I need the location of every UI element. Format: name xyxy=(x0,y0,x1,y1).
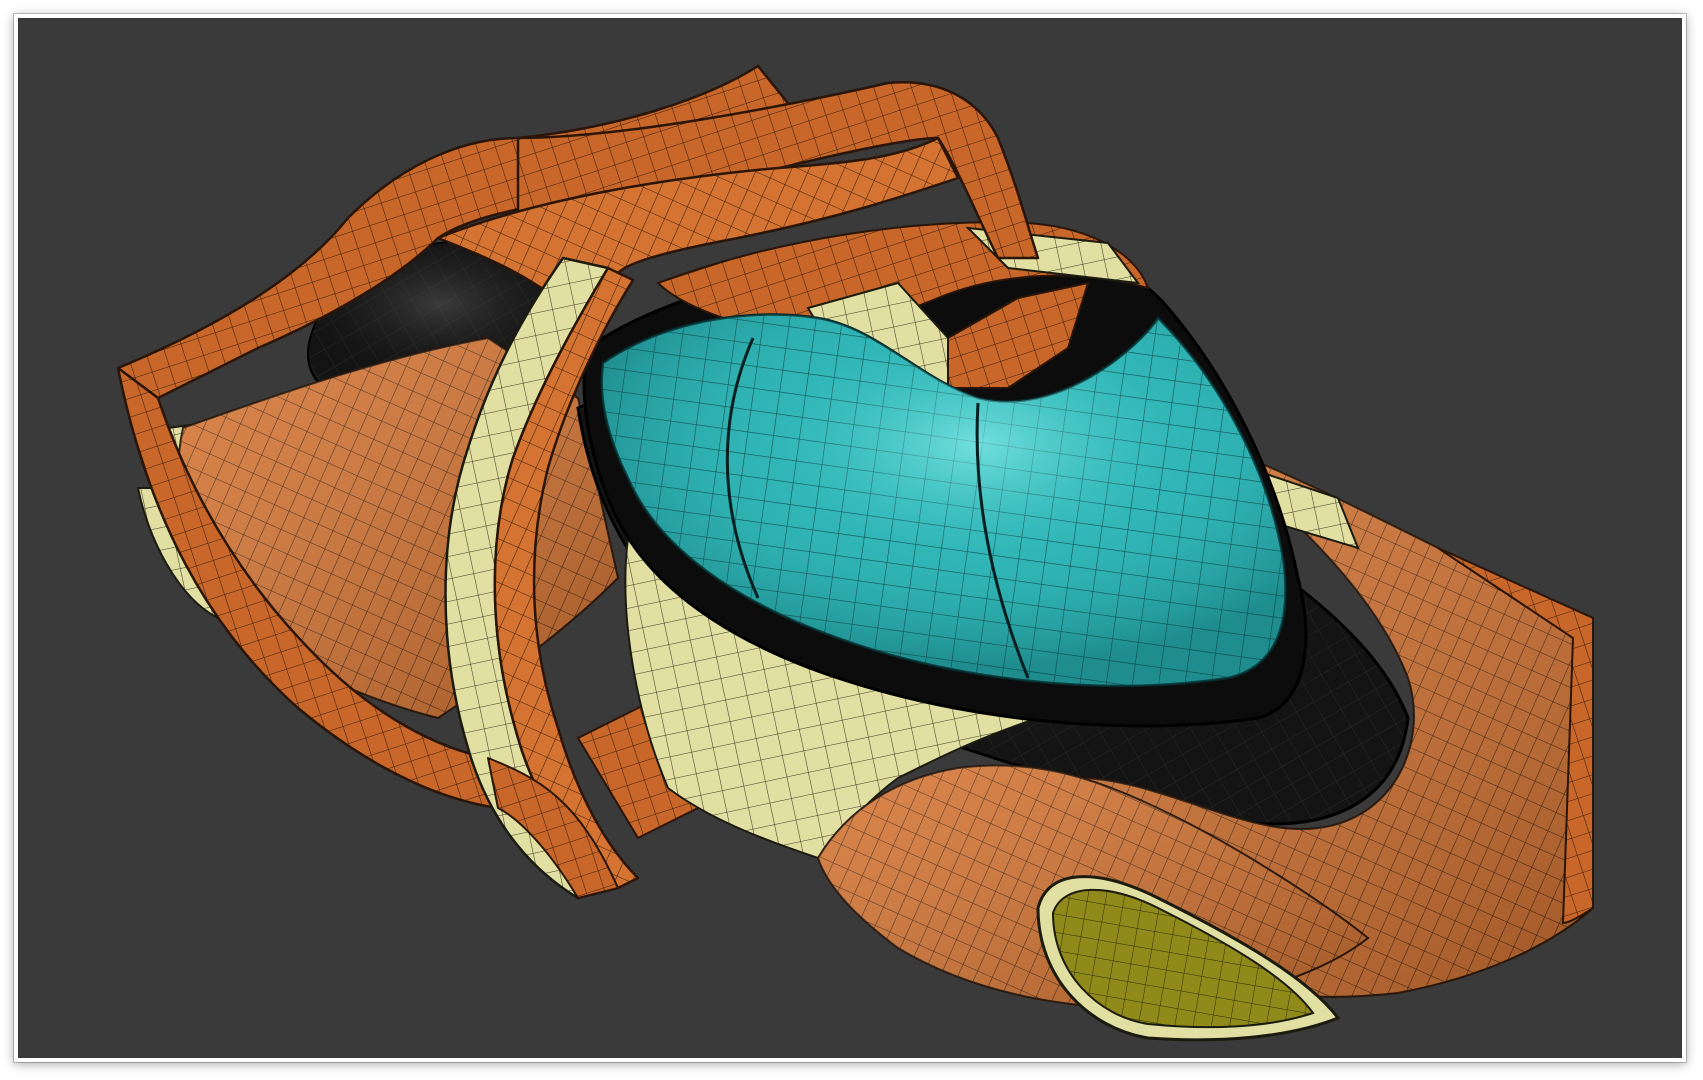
3d-viewport[interactable] xyxy=(18,18,1682,1058)
image-frame xyxy=(14,14,1686,1062)
model-render xyxy=(116,64,1594,1042)
